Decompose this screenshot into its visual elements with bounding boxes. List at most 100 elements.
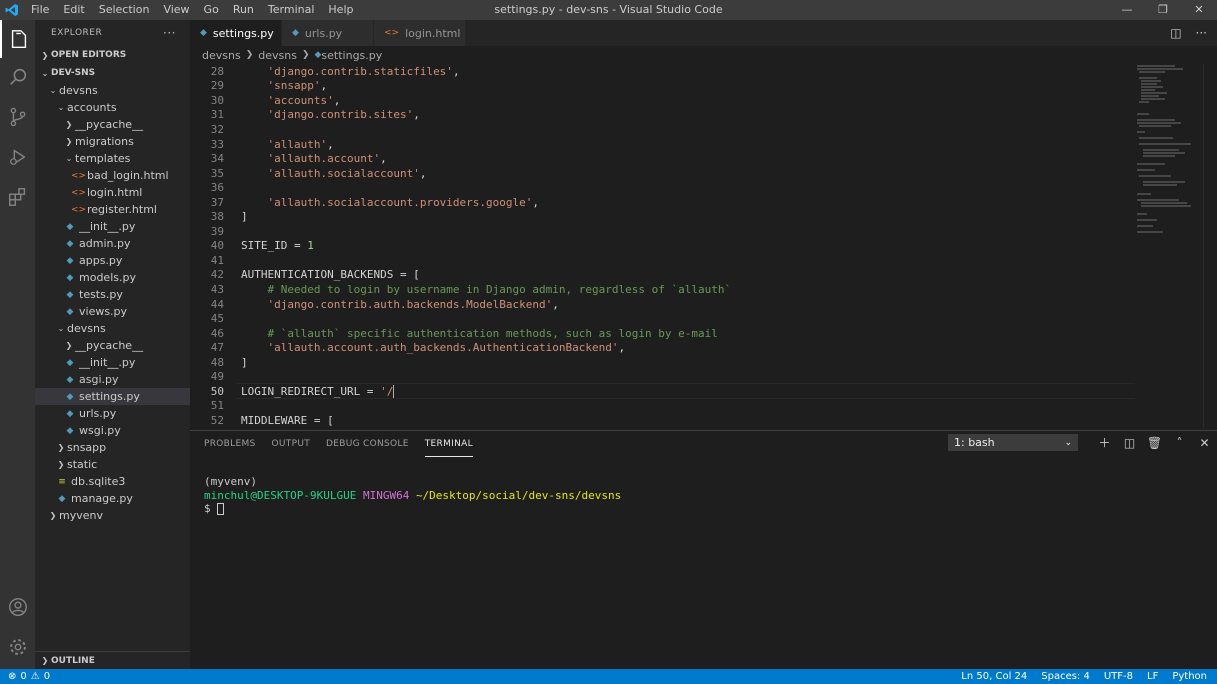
panel-tab-problems[interactable]: PROBLEMS — [204, 431, 256, 457]
terminal-select[interactable]: 1: bash ⌄ — [948, 434, 1078, 451]
source-control-icon[interactable] — [0, 98, 35, 136]
end-of-line[interactable]: LF — [1147, 671, 1158, 682]
open-editors-section[interactable]: ❯ OPEN EDITORS — [35, 46, 190, 64]
code-line: 43 # Needed to login by username in Djan… — [190, 282, 731, 297]
tab-login-html[interactable]: <> login.html — [374, 20, 466, 46]
file-item[interactable]: <> login.html — [35, 184, 190, 201]
file-item[interactable]: <> register.html — [35, 201, 190, 218]
chevron-down-icon: ⌄ — [49, 86, 57, 95]
cursor-position[interactable]: Ln 50, Col 24 — [961, 671, 1027, 682]
code-editor[interactable]: 28 'django.contrib.staticfiles', 29 'snsa… — [190, 64, 1217, 428]
menu-go[interactable]: Go — [197, 0, 226, 20]
indentation[interactable]: Spaces: 4 — [1041, 671, 1090, 682]
file-item[interactable]: ◆ settings.py — [35, 388, 190, 405]
code-line: 47 'allauth.account.auth_backends.Authen… — [190, 340, 625, 355]
restore-icon[interactable]: ❐ — [1145, 0, 1181, 20]
run-debug-icon[interactable] — [0, 138, 35, 176]
tree-item-label: migrations — [75, 135, 134, 148]
file-item[interactable]: ◆ asgi.py — [35, 371, 190, 388]
code-token: SITE_ID = — [241, 239, 308, 253]
split-editor-icon[interactable]: ◫ — [1170, 26, 1181, 40]
line-code: 'django.contrib.auth.backends.ModelBacke… — [241, 298, 559, 311]
outline-section[interactable]: ❯ OUTLINE — [35, 651, 190, 669]
folder-item[interactable]: ❯ snsapp — [35, 439, 190, 456]
file-item[interactable]: ◆ wsgi.py — [35, 422, 190, 439]
panel-tab-debug-console[interactable]: DEBUG CONSOLE — [326, 431, 409, 457]
line-number: 51 — [210, 399, 224, 413]
panel-tab-output[interactable]: OUTPUT — [272, 431, 310, 457]
folder-item[interactable]: ❯ __pycache__ — [35, 116, 190, 133]
folder-item[interactable]: ⌄ templates — [35, 150, 190, 167]
breadcrumb-item[interactable]: devsns — [202, 49, 241, 62]
file-item[interactable]: ≡ db.sqlite3 — [35, 473, 190, 490]
maximize-panel-icon[interactable]: ˄ — [1167, 436, 1192, 450]
file-item[interactable]: ◆ urls.py — [35, 405, 190, 422]
code-line: 38] — [190, 210, 248, 225]
search-icon[interactable] — [0, 58, 35, 96]
file-item[interactable]: ◆ models.py — [35, 269, 190, 286]
menu-view[interactable]: View — [156, 0, 196, 20]
menu-run[interactable]: Run — [226, 0, 261, 20]
file-item[interactable]: ◆ __init__.py — [35, 354, 190, 371]
extensions-icon[interactable] — [0, 178, 35, 216]
tab-settings-py[interactable]: ◆settings.py✕ — [190, 20, 291, 46]
file-item[interactable]: <> bad_login.html — [35, 167, 190, 184]
folder-item[interactable]: ⌄ devsns — [35, 82, 190, 99]
window-controls: — ❐ ✕ — [1109, 0, 1217, 20]
new-terminal-icon[interactable]: ＋ — [1092, 434, 1117, 451]
breadcrumb-item[interactable]: devsns — [258, 49, 297, 62]
settings-gear-icon[interactable] — [0, 628, 35, 666]
menu-selection[interactable]: Selection — [92, 0, 157, 20]
editor-actions: ◫ ··· — [1170, 20, 1217, 46]
tab-urls-py[interactable]: ◆ urls.py — [282, 20, 374, 46]
minimize-icon[interactable]: — — [1109, 0, 1145, 20]
split-terminal-icon[interactable]: ◫ — [1117, 436, 1142, 450]
chevron-right-icon: ❯ — [65, 137, 73, 146]
project-root-section[interactable]: ⌄ DEV-SNS — [35, 64, 190, 82]
breadcrumb-item[interactable]: settings.py — [321, 49, 382, 62]
line-number: 34 — [210, 152, 224, 166]
more-actions-icon[interactable]: ··· — [1196, 26, 1207, 40]
folder-item[interactable]: ⌄ accounts — [35, 99, 190, 116]
folder-item[interactable]: ⌄ devsns — [35, 320, 190, 337]
python-icon: ◆ — [292, 28, 299, 38]
code-token: 1 — [307, 239, 314, 253]
menu-terminal[interactable]: Terminal — [261, 0, 322, 20]
folder-item[interactable]: ❯ static — [35, 456, 190, 473]
panel-tab-terminal[interactable]: TERMINAL — [424, 431, 473, 457]
menu-help[interactable]: Help — [321, 0, 360, 20]
menu-file[interactable]: File — [24, 0, 56, 20]
file-item[interactable]: ◆ __init__.py — [35, 218, 190, 235]
minimap[interactable] — [1135, 64, 1203, 239]
close-window-icon[interactable]: ✕ — [1181, 0, 1217, 20]
file-item[interactable]: ◆ views.py — [35, 303, 190, 320]
encoding[interactable]: UTF-8 — [1104, 671, 1133, 682]
panel-actions: 1: bash ⌄ ＋ ◫ 🗑 ˄ ✕ — [948, 434, 1217, 451]
file-item[interactable]: ◆ apps.py — [35, 252, 190, 269]
folder-item[interactable]: ❯ migrations — [35, 133, 190, 150]
code-token: 'allauth.account.auth_backends.Authentic… — [267, 341, 619, 355]
folder-item[interactable]: ❯ __pycache__ — [35, 337, 190, 354]
account-icon[interactable] — [0, 588, 35, 626]
tab-label: login.html — [405, 26, 461, 40]
tree-item-label: static — [67, 458, 98, 471]
trash-icon[interactable]: 🗑 — [1142, 436, 1167, 450]
tree-item-label: bad_login.html — [87, 169, 169, 182]
terminal-output[interactable]: (myvenv) minchul@DESKTOP-9KULGUE MINGW64… — [204, 475, 621, 516]
close-panel-icon[interactable]: ✕ — [1192, 436, 1217, 450]
code-token: # `allauth` specific authentication meth… — [267, 326, 718, 340]
file-item[interactable]: ◆ tests.py — [35, 286, 190, 303]
editor-scrollbar[interactable] — [1203, 64, 1217, 428]
problems-indicator[interactable]: ⊗ 0 ⚠ 0 — [0, 671, 50, 682]
tree-item-label: db.sqlite3 — [71, 475, 126, 488]
code-token: , — [618, 341, 626, 355]
file-item[interactable]: ◆ admin.py — [35, 235, 190, 252]
language-mode[interactable]: Python — [1172, 671, 1207, 682]
menu-edit[interactable]: Edit — [56, 0, 91, 20]
more-actions-icon[interactable]: ··· — [163, 26, 176, 40]
folder-item[interactable]: ❯ myvenv — [35, 507, 190, 524]
explorer-icon[interactable] — [0, 20, 35, 58]
file-item[interactable]: ◆ manage.py — [35, 490, 190, 507]
